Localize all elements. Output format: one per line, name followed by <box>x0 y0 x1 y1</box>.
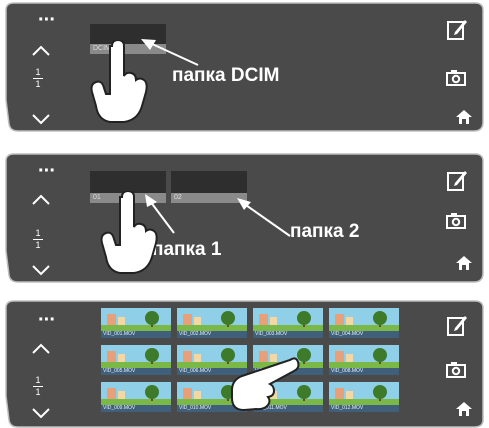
video-thumbnail[interactable]: VID_002.MOV <box>177 308 247 338</box>
video-filename: VID_009.MOV <box>101 405 171 412</box>
video-filename: VID_003.MOV <box>253 331 323 338</box>
caption-folder-1: папка 1 <box>152 239 222 260</box>
arrow-icon <box>145 194 291 237</box>
video-filename: VID_012.MOV <box>329 405 399 412</box>
caption-folder-2: папка 2 <box>290 221 360 242</box>
video-filename: VID_004.MOV <box>329 331 399 338</box>
video-thumbnail[interactable]: VID_012.MOV <box>329 382 399 412</box>
caption-folder-dcim: папка DCIM <box>172 65 280 86</box>
edit-icon[interactable] <box>446 314 468 338</box>
video-filename: VID_001.MOV <box>101 331 171 338</box>
hand-pointer-icon <box>231 357 300 412</box>
video-thumbnail[interactable]: VID_005.MOV <box>101 345 171 375</box>
home-icon[interactable] <box>456 256 472 270</box>
video-filename: VID_008.MOV <box>329 368 399 375</box>
video-thumbnail[interactable]: VID_009.MOV <box>101 382 171 412</box>
camera-icon[interactable] <box>446 213 466 229</box>
page-current: 1 <box>35 375 41 385</box>
edit-icon[interactable] <box>446 169 468 193</box>
video-thumbnail[interactable]: VID_001.MOV <box>101 308 171 338</box>
home-icon[interactable] <box>456 110 472 124</box>
home-icon[interactable] <box>456 402 472 416</box>
video-thumbnail[interactable]: VID_004.MOV <box>329 308 399 338</box>
video-thumbnail[interactable]: VID_008.MOV <box>329 345 399 375</box>
panel-folder-dcim: ··· 1 1 DCIM папка DCIM <box>0 0 489 136</box>
hand-pointer-icon <box>100 191 158 274</box>
more-icon[interactable]: ··· <box>38 310 56 330</box>
edit-icon[interactable] <box>446 18 468 42</box>
panel-folders-1-2: ··· 1 1 01 02 папка 1 папка 2 <box>0 151 489 287</box>
panel-video-thumbnails: ··· 1 1 VID_001.MOV VID_002.MOV VID_003.MO… <box>0 298 489 428</box>
video-filename: VID_002.MOV <box>177 331 247 338</box>
video-filename: VID_005.MOV <box>101 368 171 375</box>
chevron-down-icon[interactable] <box>30 406 52 420</box>
camera-icon[interactable] <box>446 362 466 378</box>
chevron-up-icon[interactable] <box>30 342 52 356</box>
camera-icon[interactable] <box>446 70 466 86</box>
page-indicator: 1 1 <box>33 376 43 397</box>
page-total: 1 <box>35 387 41 397</box>
hand-pointer-icon <box>90 40 148 123</box>
video-thumbnail[interactable]: VID_003.MOV <box>253 308 323 338</box>
